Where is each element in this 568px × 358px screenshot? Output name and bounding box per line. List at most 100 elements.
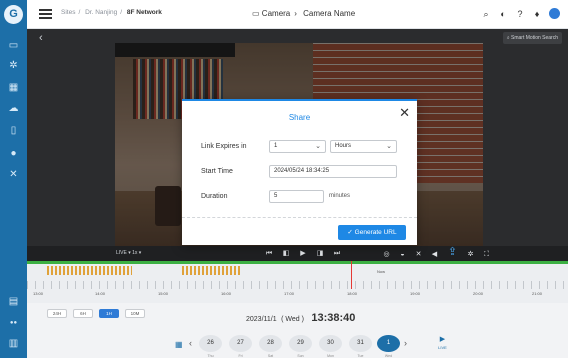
- share-icon[interactable]: ⇪: [446, 246, 459, 259]
- day-button[interactable]: 27: [229, 335, 252, 352]
- camera-path: ▭ Camera › Camera Name: [252, 9, 356, 18]
- help-icon[interactable]: ?: [515, 9, 525, 19]
- back-arrow-icon[interactable]: ‹: [39, 32, 43, 44]
- live-speed-selector[interactable]: LIVE ▾ 1x ▾: [116, 250, 141, 256]
- tools-icon[interactable]: ✕: [7, 169, 20, 180]
- monitor-icon[interactable]: ▭: [7, 40, 20, 51]
- settings-icon[interactable]: ✲: [466, 250, 475, 259]
- camera-path-name: Camera Name: [303, 9, 356, 18]
- day-weekday: Mon: [327, 354, 334, 358]
- skip-forward-icon[interactable]: ⏭: [333, 249, 341, 258]
- close-icon[interactable]: ✕: [414, 250, 423, 259]
- document-icon[interactable]: ▤: [7, 296, 20, 307]
- link-expires-value: 1: [274, 143, 278, 149]
- skip-back-icon[interactable]: ⏮: [265, 249, 273, 258]
- timeline[interactable]: Now 13:00 14:00 15:00 16:00 17:00 18:00 …: [27, 261, 568, 303]
- breadcrumb-current: 8F Network: [126, 9, 162, 16]
- calendar-icon[interactable]: ▦: [175, 340, 183, 349]
- duration-field[interactable]: 5: [269, 190, 324, 203]
- zoom-24h-button[interactable]: 24H: [47, 309, 67, 318]
- link-expires-label: Link Expires in: [201, 143, 247, 150]
- chevron-down-icon: ⌄: [386, 143, 392, 150]
- bottom-panel: 24H 6H 1H 10M 2023/11/1 ( Wed ) 13:38:40…: [27, 303, 568, 358]
- step-back-icon[interactable]: ◧: [282, 249, 290, 258]
- link-expires-unit-select[interactable]: Hours ⌄: [330, 140, 397, 153]
- timeline-tick-label: 19:00: [410, 291, 421, 296]
- top-bar-actions: ⌕ ◐ ? ♦: [481, 8, 560, 19]
- fullscreen-icon[interactable]: ⛶: [482, 250, 491, 259]
- grid-icon[interactable]: ▦: [7, 82, 20, 93]
- timeline-tick-label: 15:00: [158, 291, 169, 296]
- day-button[interactable]: 29: [289, 335, 312, 352]
- menu-icon[interactable]: [39, 9, 52, 19]
- current-datetime: 2023/11/1 ( Wed ) 13:38:40: [246, 308, 355, 326]
- snapshot-icon[interactable]: ◎: [382, 250, 391, 259]
- app: G ▭ ✲ ▦ ☁ ▯ ● ✕ ▤ ●● ▥ Sites / Dr. Nanjin…: [0, 0, 568, 358]
- viewer-tools: ◎ ◒ ✕ ◀ ⇪ ✲ ⛶: [382, 246, 491, 259]
- user-icon[interactable]: ●: [7, 148, 20, 159]
- cloud-icon[interactable]: ☁: [7, 103, 20, 114]
- now-label: Now: [377, 269, 386, 274]
- chevron-down-icon: ⌄: [315, 143, 321, 150]
- day-weekday: Wed: [384, 354, 393, 358]
- close-icon[interactable]: ✕: [399, 105, 410, 121]
- timeline-tick-label: 16:00: [221, 291, 232, 296]
- smart-motion-search-button[interactable]: ⌕ Smart Motion Search: [502, 32, 562, 44]
- theme-icon[interactable]: ◐: [498, 9, 508, 19]
- avatar[interactable]: [549, 8, 560, 19]
- generate-url-button[interactable]: ✓ Generate URL: [338, 225, 406, 240]
- timeline-tick-label: 18:00: [347, 291, 358, 296]
- breadcrumb: Sites / Dr. Nanjing/ 8F Network: [61, 9, 162, 16]
- breadcrumb-item[interactable]: Sites: [61, 9, 75, 16]
- recording-segment[interactable]: [182, 266, 240, 275]
- settings-icon[interactable]: ✲: [7, 60, 20, 71]
- live-button[interactable]: ▶ LIVE: [435, 336, 450, 352]
- timeline-tick-label: 20:00: [473, 291, 484, 296]
- volume-icon[interactable]: ◀: [430, 250, 439, 259]
- play-icon[interactable]: ▶: [299, 249, 307, 258]
- timeline-tick-label: 14:00: [95, 291, 106, 296]
- zoom-1h-button[interactable]: 1H: [99, 309, 119, 318]
- dialog-divider: [182, 217, 417, 218]
- duration-unit: minutes: [329, 193, 351, 199]
- breadcrumb-item[interactable]: Dr. Nanjing: [85, 9, 117, 16]
- timeline-tick-label: 13:00: [33, 291, 44, 296]
- day-button-selected[interactable]: 1: [377, 335, 400, 352]
- current-date: 2023/11/1: [246, 316, 277, 323]
- next-days-arrow-icon[interactable]: ›: [404, 338, 407, 348]
- link-expires-value-select[interactable]: 1 ⌄: [269, 140, 326, 153]
- playback-buttons: ⏮ ◧ ▶ ◨ ⏭: [265, 249, 341, 258]
- day-button[interactable]: 26: [199, 335, 222, 352]
- step-forward-icon[interactable]: ◨: [316, 249, 324, 258]
- day-button[interactable]: 30: [319, 335, 342, 352]
- day-button[interactable]: 31: [349, 335, 372, 352]
- camera-icon: ▭: [252, 9, 260, 18]
- generate-url-label: Generate URL: [354, 229, 397, 236]
- day-button[interactable]: 28: [259, 335, 282, 352]
- users-icon[interactable]: ●●: [7, 318, 20, 329]
- day-weekday: Tue: [357, 354, 364, 358]
- playhead[interactable]: [351, 261, 352, 289]
- day-weekday: Fri: [238, 354, 243, 358]
- smart-motion-search-label: Smart Motion Search: [511, 35, 558, 41]
- prev-days-arrow-icon[interactable]: ‹: [189, 338, 192, 348]
- playback-controls: LIVE ▾ 1x ▾ ⏮ ◧ ▶ ◨ ⏭ ◎ ◒ ✕ ◀ ⇪ ✲ ⛶: [27, 246, 568, 261]
- link-expires-unit: Hours: [335, 143, 352, 149]
- device-icon[interactable]: ▯: [7, 125, 20, 136]
- search-icon[interactable]: ⌕: [481, 9, 491, 19]
- recording-segment[interactable]: [47, 266, 132, 275]
- zoom-10m-button[interactable]: 10M: [125, 309, 145, 318]
- duration-label: Duration: [201, 193, 228, 200]
- building-icon[interactable]: ▥: [7, 338, 20, 349]
- live-label: LIVE: [438, 345, 447, 350]
- day-weekday: Sat: [267, 354, 274, 358]
- start-time-field[interactable]: 2024/05/24 18:34:25: [269, 165, 397, 178]
- current-time: 13:38:40: [311, 312, 356, 324]
- bell-icon[interactable]: ♦: [532, 9, 542, 19]
- timeline-ticks: [27, 281, 568, 289]
- mask-icon[interactable]: ◒: [398, 250, 407, 259]
- timeline-tick-label: 17:00: [284, 291, 295, 296]
- sidebar: G ▭ ✲ ▦ ☁ ▯ ● ✕ ▤ ●● ▥: [0, 0, 27, 358]
- zoom-6h-button[interactable]: 6H: [73, 309, 93, 318]
- camera-path-root[interactable]: Camera: [262, 9, 290, 18]
